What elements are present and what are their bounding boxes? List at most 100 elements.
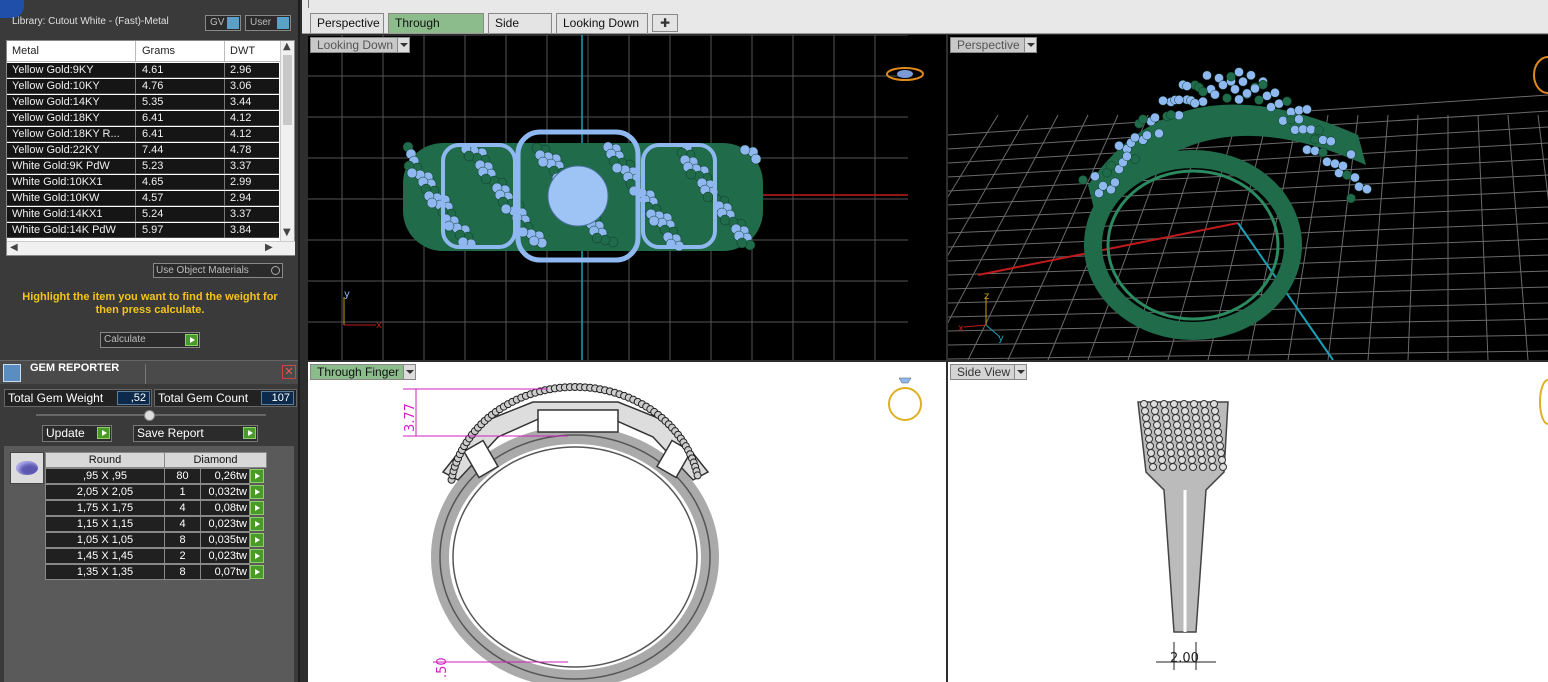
tab-looking-down[interactable]: Looking Down bbox=[556, 13, 648, 33]
ring-thumbnail-icon[interactable] bbox=[888, 377, 922, 421]
viewport-looking-down[interactable]: y x Looking Down bbox=[308, 35, 946, 360]
viewport-label-side-view[interactable]: Side View bbox=[950, 364, 1028, 380]
tab-through-finger[interactable]: Through Finger bbox=[388, 13, 484, 48]
metal-dwt: 3.44 bbox=[230, 96, 252, 108]
chevron-down-icon[interactable] bbox=[403, 365, 416, 379]
perspective-canvas: z x y bbox=[948, 56, 1548, 360]
metal-table[interactable]: Metal Grams DWT Yellow Gold:9KY 4.61 2.96 Y… bbox=[6, 40, 295, 256]
col-dwt[interactable]: DWT bbox=[230, 45, 255, 57]
play-arrow-icon[interactable] bbox=[250, 469, 264, 483]
scroll-down-icon[interactable]: ▼ bbox=[283, 227, 291, 238]
horizontal-scrollbar[interactable]: ◀ ▶ bbox=[7, 241, 295, 255]
gem-table-row[interactable]: 1,15 X 1,15 4 0,023tw bbox=[45, 516, 267, 532]
play-arrow-icon[interactable] bbox=[250, 501, 264, 515]
add-tab-icon[interactable]: ✚ bbox=[652, 14, 678, 32]
metal-table-header: Metal Grams DWT bbox=[7, 41, 283, 62]
viewport-label-through-finger[interactable]: Through Finger bbox=[310, 364, 417, 380]
metal-table-row[interactable]: White Gold:14KX1 5.24 3.37 bbox=[7, 207, 279, 222]
scroll-up-icon[interactable]: ▲ bbox=[283, 41, 291, 52]
slider-handle[interactable] bbox=[144, 410, 155, 421]
gem-list-area: Round Diamond ,95 X ,95 80 0,26tw 2,05 X 2,… bbox=[4, 446, 294, 682]
total-gem-count-value: 107 bbox=[261, 391, 294, 405]
metal-dwt: 4.78 bbox=[230, 144, 252, 156]
metal-table-row[interactable]: White Gold:10KW 4.57 2.94 bbox=[7, 191, 279, 206]
play-arrow-icon[interactable] bbox=[250, 565, 264, 579]
scroll-right-icon[interactable]: ▶ bbox=[265, 242, 273, 253]
radio-icon bbox=[271, 266, 280, 275]
metal-table-row[interactable]: Yellow Gold:18KY R... 6.41 4.12 bbox=[7, 127, 279, 142]
axis-y-label: y bbox=[998, 333, 1004, 344]
play-arrow-icon[interactable] bbox=[250, 533, 264, 547]
gem-table-row[interactable]: ,95 X ,95 80 0,26tw bbox=[45, 468, 267, 484]
gem-weight: 0,07tw bbox=[200, 564, 250, 580]
viewport-label-perspective[interactable]: Perspective bbox=[950, 37, 1037, 53]
chevron-down-icon[interactable] bbox=[1023, 38, 1036, 52]
metal-dwt: 2.99 bbox=[230, 176, 252, 188]
metal-table-row[interactable]: Yellow Gold:22KY 7.44 4.78 bbox=[7, 143, 279, 158]
metal-grams: 6.41 bbox=[142, 112, 164, 124]
close-icon[interactable]: ✕ bbox=[282, 365, 296, 379]
gem-size: 1,45 X 1,45 bbox=[45, 548, 165, 564]
toggle-knob-icon bbox=[277, 17, 289, 29]
chevron-down-icon[interactable] bbox=[397, 38, 410, 52]
viewport-through-finger[interactable]: 3.77 .50 Through Finger bbox=[308, 362, 946, 682]
update-button[interactable]: Update bbox=[42, 425, 112, 442]
metal-table-row[interactable]: Yellow Gold:9KY 4.61 2.96 bbox=[7, 63, 279, 78]
save-report-button[interactable]: Save Report bbox=[133, 425, 258, 442]
chevron-down-icon[interactable] bbox=[1014, 365, 1027, 379]
side-view-canvas: 2.00 bbox=[1137, 379, 1548, 670]
gem-size: 1,75 X 1,75 bbox=[45, 500, 165, 516]
metal-name: White Gold:14K PdW bbox=[12, 224, 116, 236]
col-grams[interactable]: Grams bbox=[142, 45, 175, 57]
shape-header: Round bbox=[45, 452, 165, 468]
ring-side-view bbox=[1137, 400, 1229, 633]
update-label: Update bbox=[46, 426, 85, 440]
tab-side-view[interactable]: Side View bbox=[488, 13, 552, 48]
axis-gizmo: z x y bbox=[958, 291, 1004, 344]
use-object-materials-label: Use Object Materials bbox=[156, 265, 249, 276]
user-toggle[interactable]: User bbox=[245, 15, 291, 31]
gem-count: 4 bbox=[164, 516, 201, 532]
gem-table-row[interactable]: 2,05 X 2,05 1 0,032tw bbox=[45, 484, 267, 500]
use-object-materials-toggle[interactable]: Use Object Materials bbox=[153, 263, 283, 278]
viewport-side-view[interactable]: 2.00 Side View bbox=[948, 362, 1548, 682]
gem-table-row[interactable]: 1,35 X 1,35 8 0,07tw bbox=[45, 564, 267, 580]
col-metal[interactable]: Metal bbox=[12, 45, 39, 57]
metal-table-row[interactable]: Yellow Gold:10KY 4.76 3.06 bbox=[7, 79, 279, 94]
play-arrow-icon bbox=[243, 427, 256, 439]
play-arrow-icon[interactable] bbox=[250, 485, 264, 499]
round-gem-icon[interactable] bbox=[10, 452, 44, 484]
metal-table-row[interactable]: Yellow Gold:18KY 6.41 4.12 bbox=[7, 111, 279, 126]
metal-name: Yellow Gold:22KY bbox=[12, 144, 100, 156]
tab-perspective[interactable]: Perspective bbox=[310, 13, 384, 33]
gem-size: 2,05 X 2,05 bbox=[45, 484, 165, 500]
metal-table-row[interactable]: White Gold:14K PdW 5.97 3.84 bbox=[7, 223, 279, 238]
metal-table-row[interactable]: White Gold:9K PdW 5.23 3.37 bbox=[7, 159, 279, 174]
gem-table-row[interactable]: 1,75 X 1,75 4 0,08tw bbox=[45, 500, 267, 516]
metal-grams: 4.57 bbox=[142, 192, 164, 204]
gem-count: 80 bbox=[164, 468, 201, 484]
vertical-scrollbar[interactable]: ▲ ▼ bbox=[280, 41, 294, 241]
metal-table-row[interactable]: Yellow Gold:14KY 5.35 3.44 bbox=[7, 95, 279, 110]
metal-table-row[interactable]: White Gold:10KX1 4.65 2.99 bbox=[7, 175, 279, 190]
ring-thumbnail-icon[interactable] bbox=[1533, 56, 1548, 94]
ring-thumbnail-icon[interactable] bbox=[886, 67, 924, 81]
ring-front-view bbox=[431, 383, 719, 682]
calculate-button[interactable]: Calculate bbox=[100, 332, 200, 348]
gem-weight: 0,023tw bbox=[200, 548, 250, 564]
scroll-thumb[interactable] bbox=[283, 55, 292, 125]
viewport-perspective[interactable]: z x y Perspective bbox=[948, 35, 1548, 360]
gem-table-row[interactable]: 1,05 X 1,05 8 0,035tw bbox=[45, 532, 267, 548]
metal-grams: 4.76 bbox=[142, 80, 164, 92]
metal-name: Yellow Gold:9KY bbox=[12, 64, 94, 76]
scroll-left-icon[interactable]: ◀ bbox=[10, 242, 18, 253]
play-arrow-icon[interactable] bbox=[250, 549, 264, 563]
viewport-label-looking-down[interactable]: Looking Down bbox=[310, 37, 411, 53]
gem-table-row[interactable]: 1,45 X 1,45 2 0,023tw bbox=[45, 548, 267, 564]
play-arrow-icon[interactable] bbox=[250, 517, 264, 531]
calculate-label: Calculate bbox=[104, 334, 146, 345]
ring-thumbnail-icon[interactable] bbox=[1539, 379, 1548, 425]
total-gem-weight-value: ,52 bbox=[117, 391, 150, 405]
gem-weight: 0,035tw bbox=[200, 532, 250, 548]
gv-toggle[interactable]: GV bbox=[205, 15, 241, 31]
